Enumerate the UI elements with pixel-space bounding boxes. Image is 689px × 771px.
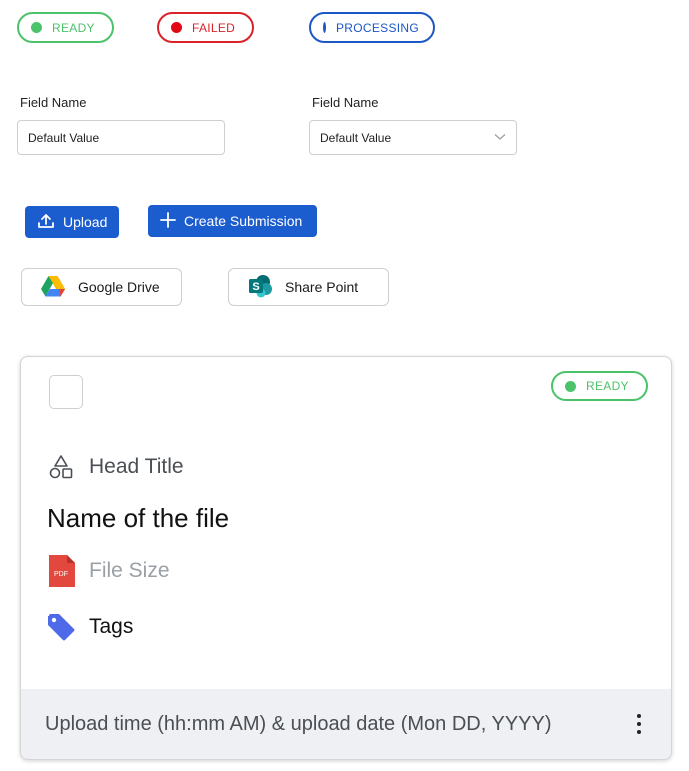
tag-icon	[47, 613, 75, 641]
share-point-button[interactable]: S Share Point	[228, 268, 389, 306]
status-dot-icon	[323, 22, 326, 33]
google-drive-label: Google Drive	[78, 279, 160, 295]
more-options-icon[interactable]	[631, 712, 647, 736]
shapes-icon	[47, 453, 75, 481]
plus-icon	[160, 211, 176, 231]
file-size: File Size	[89, 559, 170, 582]
share-point-label: Share Point	[285, 279, 359, 295]
status-badge-label: FAILED	[192, 20, 236, 35]
head-title-row: Head Title	[47, 453, 184, 481]
card-status-label: READY	[586, 379, 629, 393]
card-status-badge: READY	[551, 371, 648, 401]
status-badge-ready: READY	[17, 12, 114, 43]
status-badge-label: PROCESSING	[335, 20, 419, 35]
upload-button[interactable]: Upload	[25, 206, 119, 238]
status-badge-failed: FAILED	[157, 12, 254, 43]
card-footer: Upload time (hh:mm AM) & upload date (Mo…	[21, 689, 671, 759]
select-dropdown[interactable]: Default Value	[309, 120, 517, 155]
pdf-badge-text: PDF	[54, 571, 68, 578]
select-value: Default Value	[320, 130, 392, 145]
upload-icon	[37, 212, 55, 233]
text-input-value: Default Value	[28, 130, 100, 145]
text-input[interactable]: Default Value	[17, 120, 225, 155]
file-name: Name of the file	[47, 503, 230, 533]
status-badge-label: READY	[52, 20, 95, 35]
status-badge-processing: PROCESSING	[309, 12, 435, 43]
pdf-file-icon: PDF	[47, 555, 75, 587]
select-field-label: Field Name	[312, 95, 379, 110]
create-submission-label: Create Submission	[184, 213, 303, 229]
svg-text:S: S	[252, 281, 259, 293]
head-title: Head Title	[89, 455, 184, 478]
text-field-label: Field Name	[20, 95, 87, 110]
file-size-row: PDF File Size	[47, 555, 170, 587]
upload-datetime: Upload time (hh:mm AM) & upload date (Mo…	[45, 712, 552, 735]
status-dot-icon	[565, 380, 576, 392]
status-dot-icon	[171, 22, 182, 33]
status-dot-icon	[31, 22, 42, 33]
select-checkbox[interactable]	[49, 375, 83, 409]
upload-button-label: Upload	[63, 214, 108, 230]
google-drive-button[interactable]: Google Drive	[21, 268, 182, 306]
chevron-down-icon	[494, 132, 506, 144]
file-name-row: Name of the file	[47, 503, 229, 534]
tags-label: Tags	[89, 615, 134, 638]
sharepoint-icon: S	[247, 274, 273, 301]
create-submission-button[interactable]: Create Submission	[148, 205, 317, 237]
google-drive-icon	[40, 275, 66, 300]
tags-row: Tags	[47, 613, 133, 641]
file-card[interactable]: READY Head Title Name of the file PDF Fi…	[20, 356, 672, 760]
